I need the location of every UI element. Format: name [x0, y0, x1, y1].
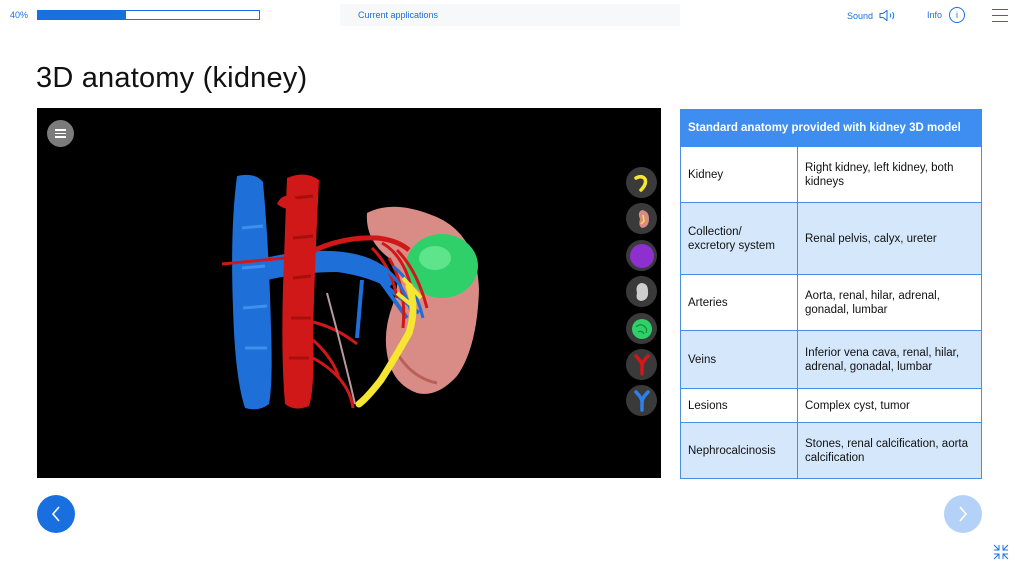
info-icon: i — [949, 7, 966, 23]
page-title: 3D anatomy (kidney) — [36, 62, 308, 94]
row-value: Stones, renal calcification, aorta calci… — [797, 422, 982, 479]
progress-bar — [37, 10, 260, 20]
table-row: Veins Inferior vena cava, renal, hilar, … — [680, 330, 982, 389]
previous-button[interactable] — [37, 495, 75, 533]
kidney-section-layer-icon[interactable] — [626, 203, 657, 234]
row-value: Renal pelvis, calyx, ureter — [797, 202, 982, 275]
sound-label: Sound — [847, 10, 874, 21]
table-row: Collection/ excretory system Renal pelvi… — [680, 202, 982, 275]
info-label: Info — [927, 10, 943, 20]
viewer-menu-button[interactable] — [47, 120, 74, 147]
next-button[interactable] — [944, 495, 982, 533]
progress-percent: 40% — [10, 10, 29, 20]
sound-toggle[interactable]: Sound — [847, 10, 897, 21]
row-label: Lesions — [680, 388, 798, 423]
lesion-layer-icon[interactable] — [626, 240, 657, 271]
info-button[interactable]: Info i — [927, 7, 966, 23]
table-header: Standard anatomy provided with kidney 3D… — [680, 109, 982, 147]
table-row: Lesions Complex cyst, tumor — [680, 388, 982, 423]
speaker-icon — [879, 10, 895, 21]
collapse-fullscreen-icon[interactable] — [993, 544, 1009, 560]
table-row: Nephrocalcinosis Stones, renal calcifica… — [680, 422, 982, 479]
kidney-3d-model[interactable] — [37, 108, 661, 478]
veins-layer-icon[interactable] — [626, 385, 657, 416]
row-label: Kidney — [680, 146, 798, 203]
info-glyph: i — [956, 10, 959, 20]
ureter-layer-icon[interactable] — [626, 167, 657, 198]
top-bar: 40% Current applications Sound Info i — [0, 0, 1018, 32]
row-value: Right kidney, left kidney, both kidneys — [797, 146, 982, 203]
kidney-outline-layer-icon[interactable] — [626, 276, 657, 307]
row-label: Arteries — [680, 274, 798, 331]
row-label: Veins — [680, 330, 798, 389]
chevron-right-icon — [959, 506, 968, 522]
row-label: Nephrocalcinosis — [680, 422, 798, 479]
table-row: Kidney Right kidney, left kidney, both k… — [680, 146, 982, 203]
progress-fill — [38, 11, 127, 19]
hamburger-menu-icon[interactable] — [992, 9, 1008, 22]
calcification-layer-icon[interactable] — [626, 313, 657, 344]
table-row: Arteries Aorta, renal, hilar, adrenal, g… — [680, 274, 982, 331]
current-applications-link[interactable]: Current applications — [340, 4, 680, 26]
row-value: Inferior vena cava, renal, hilar, adrena… — [797, 330, 982, 389]
row-value: Complex cyst, tumor — [797, 388, 982, 423]
kidney-3d-viewer[interactable] — [37, 108, 661, 478]
row-label: Collection/ excretory system — [680, 202, 798, 275]
chevron-left-icon — [51, 506, 60, 522]
anatomy-table: Standard anatomy provided with kidney 3D… — [680, 109, 982, 479]
arteries-layer-icon[interactable] — [626, 349, 657, 380]
row-value: Aorta, renal, hilar, adrenal, gonadal, l… — [797, 274, 982, 331]
